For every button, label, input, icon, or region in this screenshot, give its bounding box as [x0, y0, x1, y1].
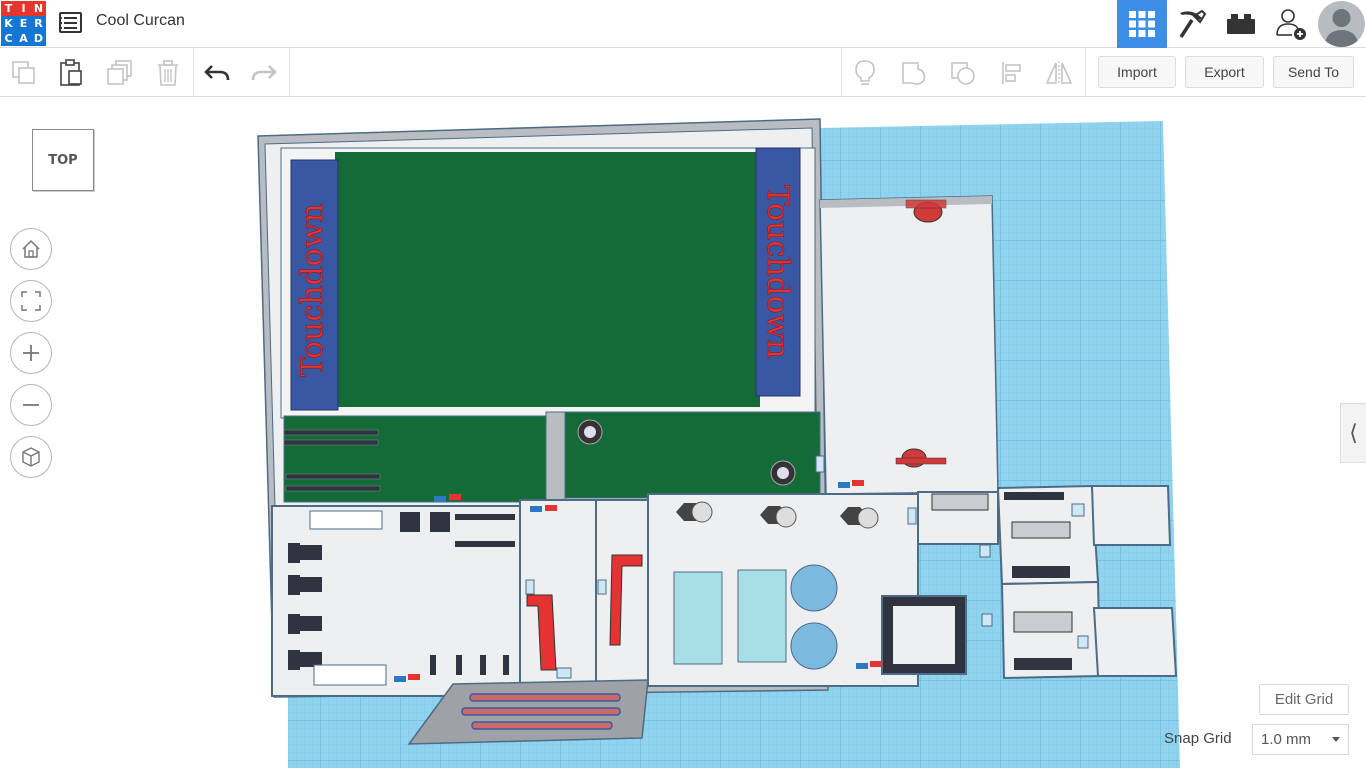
- toolbar-divider: [841, 48, 842, 96]
- hot-tub-bottom: [790, 622, 838, 670]
- perspective-button[interactable]: [10, 436, 52, 478]
- fit-view-button[interactable]: [10, 280, 52, 322]
- plus-icon: [23, 345, 39, 361]
- office-room-inner: [893, 606, 955, 664]
- delete-button[interactable]: [151, 56, 185, 90]
- group-icon: [902, 62, 926, 85]
- toolbar-divider: [193, 48, 194, 96]
- redo-button[interactable]: [247, 56, 281, 90]
- undo-icon: [204, 65, 230, 81]
- ungroup-button[interactable]: [946, 56, 980, 90]
- toolbar-divider: [289, 48, 290, 96]
- mirror-icon: [1045, 61, 1073, 85]
- football-field: [335, 152, 760, 407]
- zoom-out-button[interactable]: [10, 384, 52, 426]
- pool-left: [673, 571, 723, 665]
- blocks-button[interactable]: [1167, 0, 1217, 48]
- logo-letter: E: [16, 16, 31, 31]
- logo-letter: R: [31, 16, 46, 31]
- send-to-button[interactable]: Send To: [1273, 56, 1354, 88]
- fit-all-icon: [21, 291, 41, 311]
- top-bar: T I N K E R C A D Cool Curcan: [0, 0, 1366, 48]
- caret-down-icon: [1332, 737, 1340, 742]
- walkway: [545, 411, 566, 501]
- lightbulb-icon: [855, 60, 875, 85]
- import-button[interactable]: Import: [1098, 56, 1176, 88]
- add-user-icon: [1276, 9, 1306, 40]
- snap-grid-label: Snap Grid: [1164, 730, 1232, 747]
- design-scene[interactable]: Touchdown Touchdown: [0, 97, 1366, 768]
- snap-grid-value: 1.0 mm: [1261, 731, 1312, 748]
- redo-icon: [251, 65, 277, 81]
- trash-icon: [158, 60, 178, 86]
- rack-top: [309, 510, 383, 530]
- edit-toolbar: Import Export Send To: [0, 48, 1366, 97]
- snap-grid-select[interactable]: 1.0 mm: [1252, 724, 1349, 755]
- chevron-left-icon: ⟨: [1349, 420, 1358, 446]
- tinkercad-logo[interactable]: T I N K E R C A D: [0, 0, 46, 46]
- zoom-in-button[interactable]: [10, 332, 52, 374]
- design-list-icon[interactable]: [59, 12, 82, 33]
- toolbar-divider: [1085, 48, 1086, 96]
- align-icon: [1002, 62, 1021, 84]
- grid-icon: [1129, 11, 1155, 37]
- logo-letter: A: [16, 31, 31, 46]
- hot-tub-top: [790, 564, 838, 612]
- welcome-mat-lettering: [461, 693, 621, 730]
- logo-letter: C: [1, 31, 16, 46]
- 3d-view-button[interactable]: [1117, 0, 1167, 48]
- minus-icon: [23, 404, 39, 406]
- group-button[interactable]: [897, 56, 931, 90]
- logo-letter: D: [31, 31, 46, 46]
- pool-right: [737, 569, 787, 663]
- pickaxe-icon: [1179, 9, 1207, 38]
- home-view-button[interactable]: [10, 228, 52, 270]
- mirror-button[interactable]: [1042, 56, 1076, 90]
- panel-collapse-button[interactable]: ⟨: [1340, 403, 1366, 463]
- design-title[interactable]: Cool Curcan: [96, 12, 185, 30]
- duplicate-icon: [107, 60, 132, 85]
- cube-icon: [22, 447, 40, 467]
- workplane-viewport[interactable]: Touchdown Touchdown TOP ⟨ Edit Grid Snap…: [0, 97, 1366, 768]
- storage-box: [931, 493, 989, 511]
- user-avatar[interactable]: [1318, 1, 1365, 47]
- avatar-silhouette-icon: [1324, 9, 1359, 47]
- notes-button[interactable]: [848, 56, 882, 90]
- export-button[interactable]: Export: [1185, 56, 1264, 88]
- logo-letter: K: [1, 16, 16, 31]
- logo-letter: T: [1, 1, 16, 16]
- bricks-button[interactable]: [1216, 0, 1266, 48]
- endzone-text-left: Touchdown: [295, 203, 330, 376]
- side-room-d: [1092, 607, 1178, 677]
- ungroup-icon: [951, 62, 975, 85]
- undo-button[interactable]: [200, 56, 234, 90]
- side-room-c: [1090, 485, 1172, 546]
- copy-icon: [12, 61, 35, 84]
- edit-grid-button[interactable]: Edit Grid: [1259, 684, 1349, 715]
- view-cube[interactable]: TOP: [32, 129, 94, 191]
- logo-letter: I: [16, 1, 31, 16]
- copy-button[interactable]: [7, 56, 41, 90]
- duplicate-button[interactable]: [103, 56, 137, 90]
- brick-icon: [1227, 14, 1255, 34]
- endzone-text-right: Touchdown: [760, 185, 795, 358]
- invite-button[interactable]: [1266, 0, 1316, 48]
- paste-button[interactable]: [54, 56, 88, 90]
- logo-letter: N: [31, 1, 46, 16]
- align-button[interactable]: [995, 56, 1029, 90]
- home-icon: [22, 239, 40, 258]
- rack-bottom: [313, 664, 387, 686]
- paste-icon: [60, 59, 82, 86]
